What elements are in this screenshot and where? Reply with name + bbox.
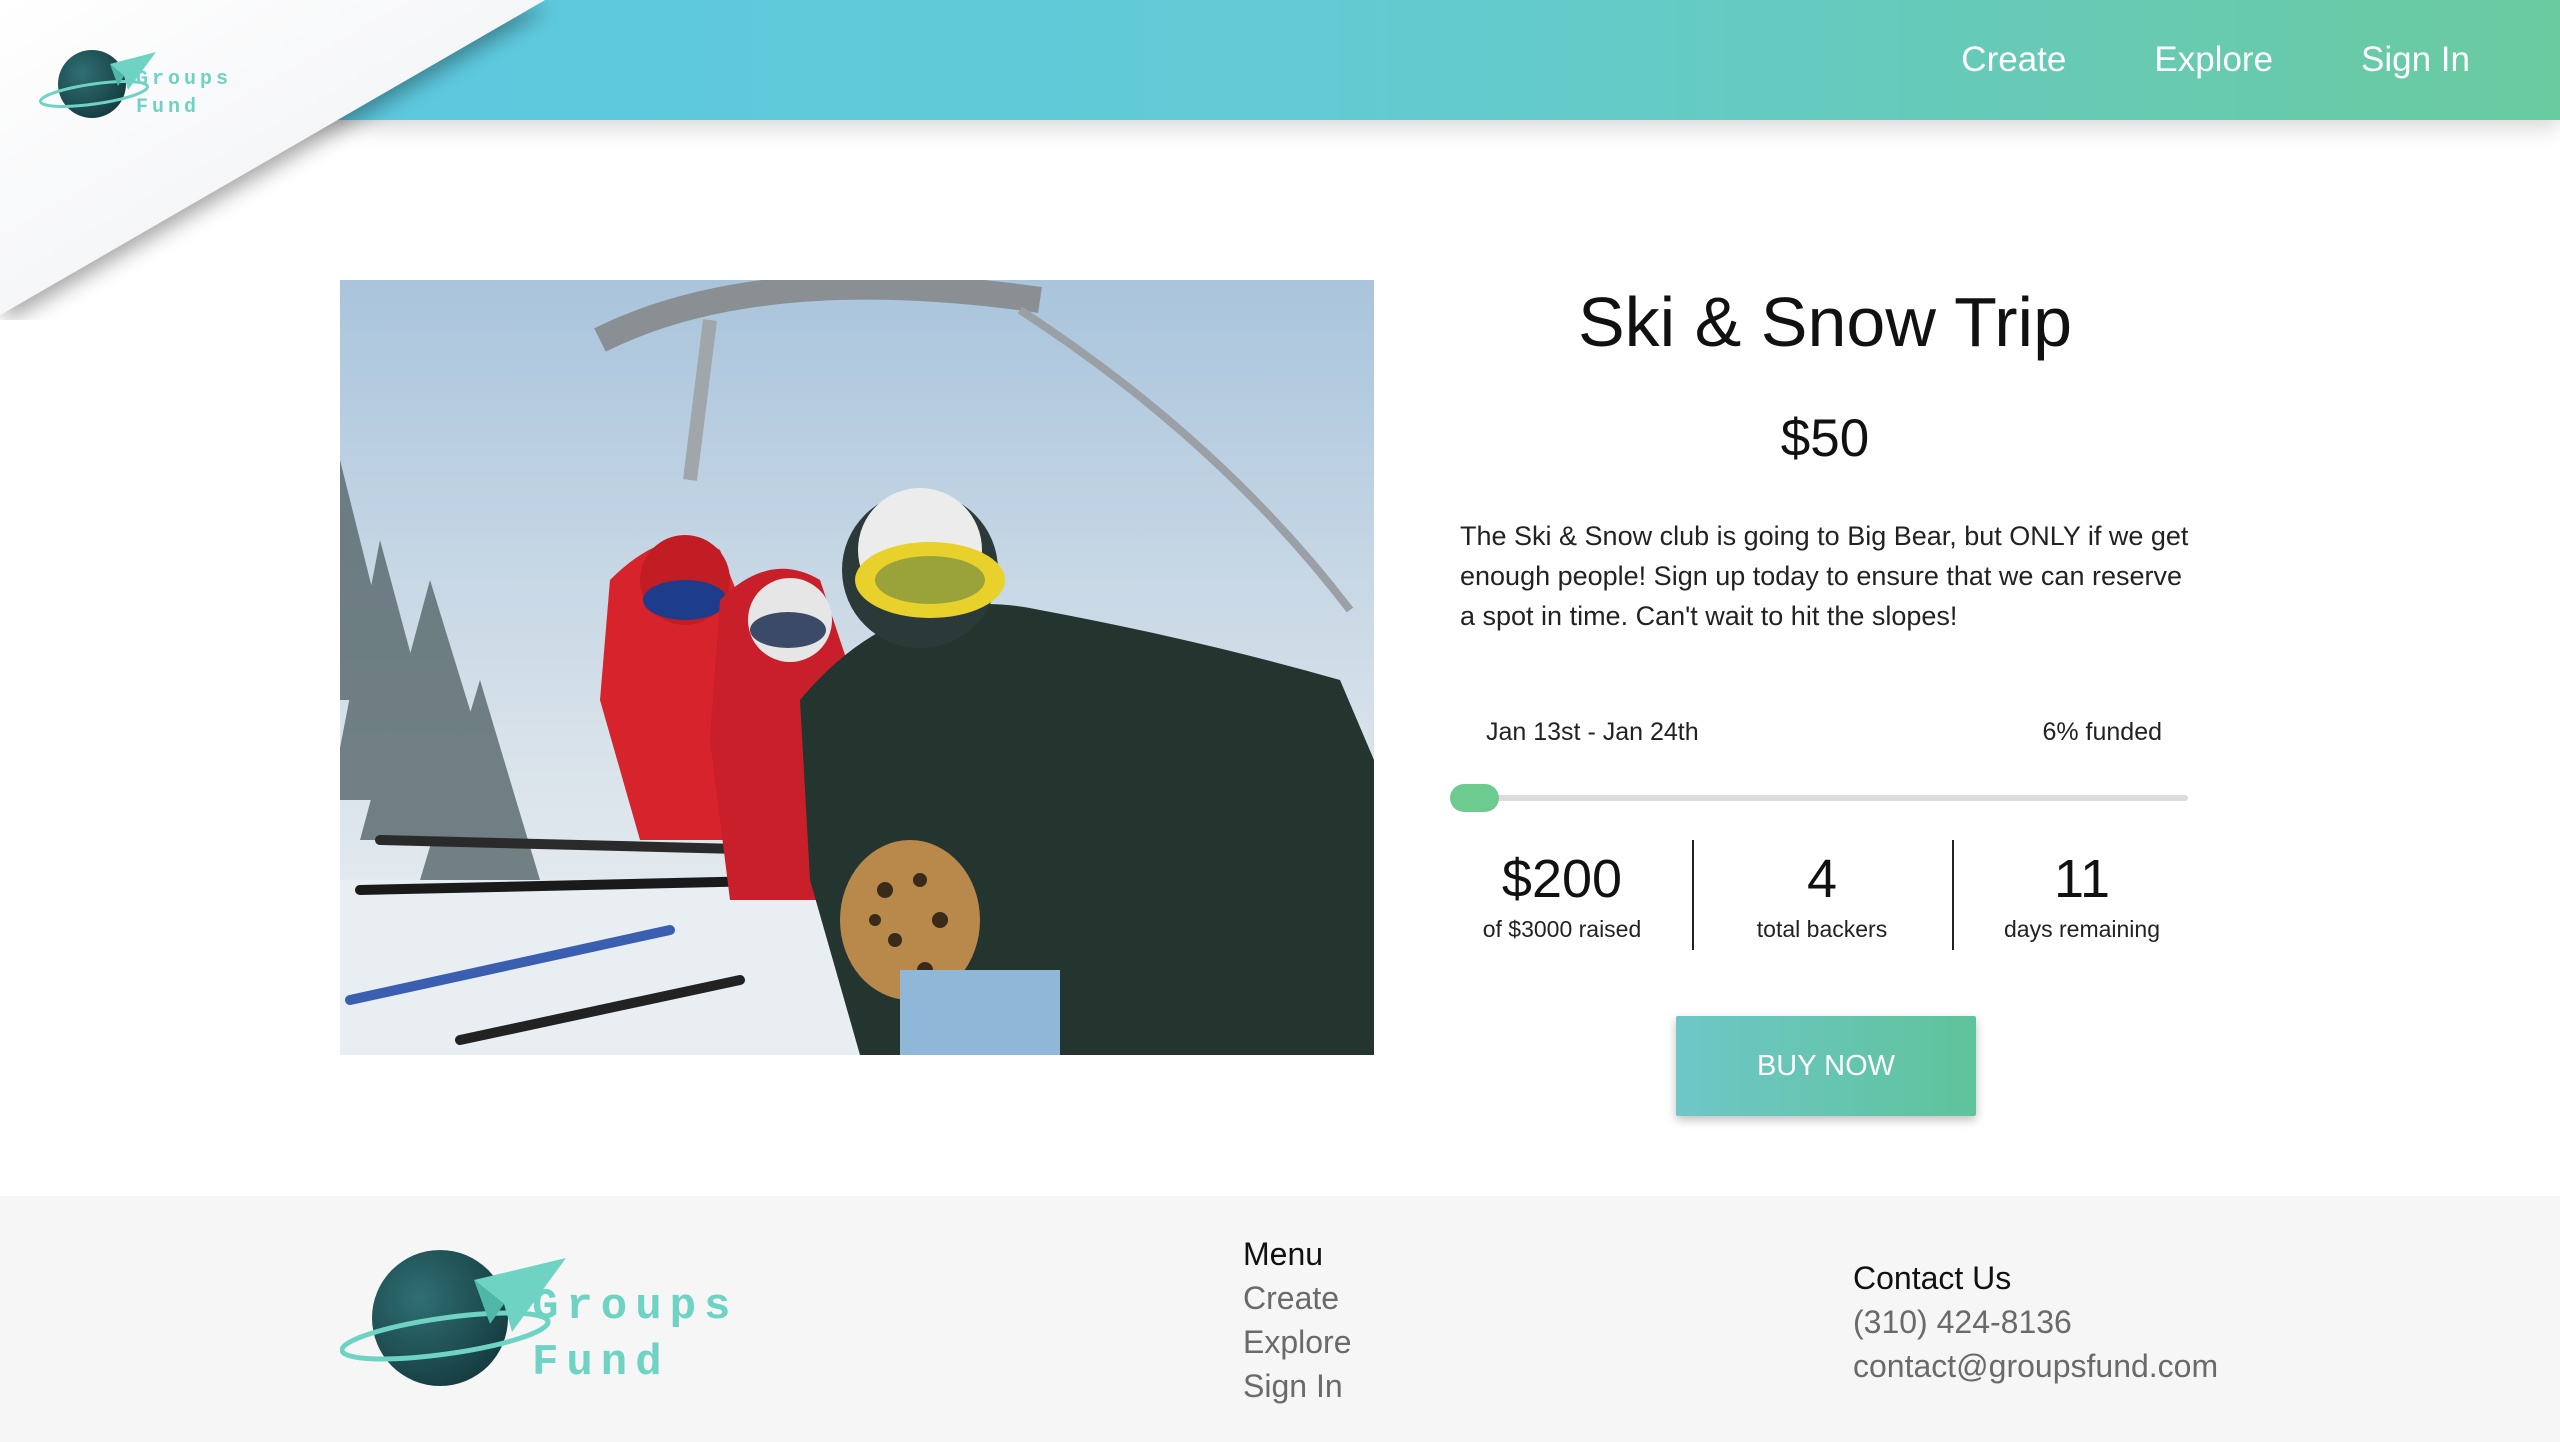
footer-contact: Contact Us (310) 424-8136 contact@groups… xyxy=(1853,1256,2218,1388)
main-nav: Create Explore Sign In xyxy=(1961,0,2470,120)
funding-progress-fill xyxy=(1450,784,1500,812)
raised-value: $200 xyxy=(1501,849,1623,909)
funded-percent: 6% funded xyxy=(2042,718,2162,746)
footer-email[interactable]: contact@groupsfund.com xyxy=(1853,1344,2218,1388)
header-logo[interactable]: Groups Fund xyxy=(38,42,248,137)
planet-paper-plane-icon: Groups Fund xyxy=(339,1250,738,1388)
stat-days: 11 days remaining xyxy=(1952,838,2212,950)
buy-now-button[interactable]: BUY NOW xyxy=(1676,1016,1976,1116)
funding-progress-bar xyxy=(1450,784,2188,812)
campaign-description: The Ski & Snow club is going to Big Bear… xyxy=(1460,521,2189,631)
campaign-dates: Jan 13st - Jan 24th xyxy=(1486,718,1699,746)
raised-label: of $3000 raised xyxy=(1482,916,1642,942)
footer-logo-line1: Groups xyxy=(532,1282,738,1332)
footer-menu-create[interactable]: Create xyxy=(1243,1276,1352,1320)
logo-text-line1: Groups xyxy=(136,68,232,91)
days-value: 11 xyxy=(2053,849,2111,909)
nav-explore[interactable]: Explore xyxy=(2154,40,2273,80)
campaign-title: Ski & Snow Trip xyxy=(1577,283,2073,361)
stat-raised: $200 of $3000 raised xyxy=(1432,838,1692,950)
campaign-photo xyxy=(340,280,1374,1055)
logo-text-line2: Fund xyxy=(136,96,200,119)
footer-menu: Menu Create Explore Sign In xyxy=(1243,1232,1352,1408)
nav-sign-in[interactable]: Sign In xyxy=(2361,40,2470,80)
footer-phone: (310) 424-8136 xyxy=(1853,1304,2072,1340)
stat-backers: 4 total backers xyxy=(1692,838,1952,950)
backers-label: total backers xyxy=(1756,916,1888,942)
backers-value: 4 xyxy=(1806,849,1838,909)
campaign-price: $50 xyxy=(1780,409,1870,468)
footer-contact-title: Contact Us xyxy=(1853,1260,2012,1296)
nav-create[interactable]: Create xyxy=(1961,40,2066,80)
days-label: days remaining xyxy=(2004,916,2160,942)
footer-logo-line2: Fund xyxy=(532,1338,670,1388)
campaign-stats: $200 of $3000 raised 4 total backers 11 … xyxy=(1432,838,2212,950)
footer-menu-explore[interactable]: Explore xyxy=(1243,1320,1352,1364)
footer-menu-sign-in[interactable]: Sign In xyxy=(1243,1364,1352,1408)
footer-menu-title: Menu xyxy=(1243,1236,1324,1272)
planet-paper-plane-icon: Groups Fund xyxy=(39,50,232,119)
footer-logo[interactable]: Groups Fund xyxy=(339,1240,750,1405)
